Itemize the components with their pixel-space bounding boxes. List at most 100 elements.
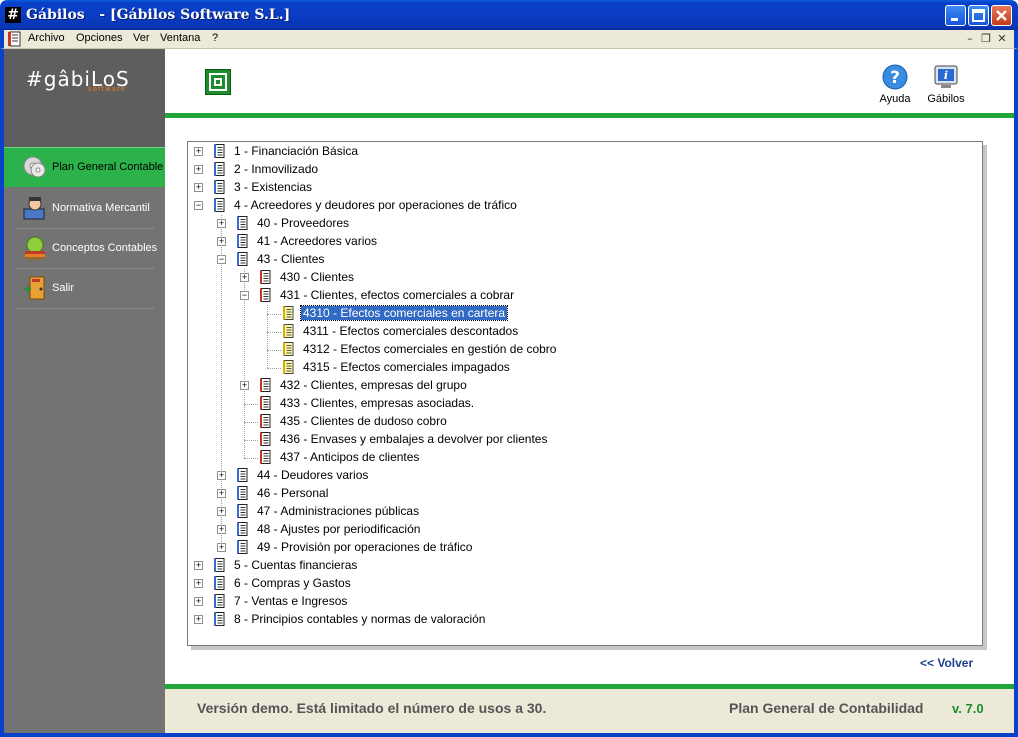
- tree-node[interactable]: +3 - Existencias: [188, 179, 968, 197]
- tree-node-label[interactable]: 3 - Existencias: [232, 180, 314, 194]
- tree-node-label[interactable]: 4 - Acreedores y deudores por operacione…: [232, 198, 519, 212]
- mdi-document-icon[interactable]: [8, 31, 22, 47]
- tree-node[interactable]: +41 - Acreedores varios: [188, 233, 968, 251]
- close-button[interactable]: [991, 5, 1012, 26]
- expand-icon[interactable]: +: [240, 381, 249, 390]
- tree-node[interactable]: +432 - Clientes, empresas del grupo: [188, 377, 968, 395]
- tree-node[interactable]: 4312 - Efectos comerciales en gestión de…: [188, 341, 968, 359]
- tree-node[interactable]: +49 - Provisión por operaciones de tráfi…: [188, 539, 968, 557]
- tree-node[interactable]: 4315 - Efectos comerciales impagados: [188, 359, 968, 377]
- tree-node[interactable]: +7 - Ventas e Ingresos: [188, 593, 968, 611]
- tree-node[interactable]: 435 - Clientes de dudoso cobro: [188, 413, 968, 431]
- tree-node-label[interactable]: 5 - Cuentas financieras: [232, 558, 359, 572]
- tree-node-label[interactable]: 1 - Financiación Básica: [232, 144, 360, 158]
- tree-node-label[interactable]: 48 - Ajustes por periodificación: [255, 522, 422, 536]
- expand-icon[interactable]: +: [217, 489, 226, 498]
- menu-ventana[interactable]: Ventana: [160, 32, 200, 44]
- tree-node-label[interactable]: 436 - Envases y embalajes a devolver por…: [278, 432, 549, 446]
- minimize-button[interactable]: [945, 5, 966, 26]
- tree-node-label[interactable]: 437 - Anticipos de clientes: [278, 450, 421, 464]
- tree-node-label[interactable]: 7 - Ventas e Ingresos: [232, 594, 349, 608]
- tree-node[interactable]: +40 - Proveedores: [188, 215, 968, 233]
- tree-node-label[interactable]: 6 - Compras y Gastos: [232, 576, 353, 590]
- tree-node-label[interactable]: 433 - Clientes, empresas asociadas.: [278, 396, 476, 410]
- tree-node-label[interactable]: 43 - Clientes: [255, 252, 326, 266]
- menu-opciones[interactable]: Opciones: [76, 32, 122, 44]
- tree-node[interactable]: − 431 - Clientes, efectos comerciales a c…: [188, 287, 968, 305]
- tree-node[interactable]: +46 - Personal: [188, 485, 968, 503]
- tree-node[interactable]: +6 - Compras y Gastos: [188, 575, 968, 593]
- tree-node-label[interactable]: 4312 - Efectos comerciales en gestión de…: [301, 342, 558, 356]
- tree-node-label[interactable]: 8 - Principios contables y normas de val…: [232, 612, 487, 626]
- expand-icon[interactable]: +: [194, 579, 203, 588]
- tree-connector: [244, 404, 258, 405]
- mdi-restore-icon[interactable]: ❐: [978, 31, 994, 46]
- expand-icon[interactable]: +: [194, 597, 203, 606]
- document-icon: [283, 360, 294, 374]
- tree-node-label[interactable]: 49 - Provisión por operaciones de tráfic…: [255, 540, 474, 554]
- tree-node[interactable]: +8 - Principios contables y normas de va…: [188, 611, 968, 629]
- tree-node-label[interactable]: 432 - Clientes, empresas del grupo: [278, 378, 469, 392]
- volver-link[interactable]: << Volver: [920, 656, 973, 670]
- mdi-minimize-icon[interactable]: –: [962, 31, 978, 46]
- tree-node[interactable]: +44 - Deudores varios: [188, 467, 968, 485]
- sidebar-item-label: Conceptos Contables: [52, 242, 158, 254]
- title-bar[interactable]: # Gábilos - [Gábilos Software S.L.]: [0, 0, 1018, 30]
- expand-icon[interactable]: +: [194, 615, 203, 624]
- tree-node[interactable]: 436 - Envases y embalajes a devolver por…: [188, 431, 968, 449]
- sidebar-item-salir[interactable]: Salir: [16, 269, 154, 309]
- tree-node[interactable]: − 43 - Clientes: [188, 251, 968, 269]
- tree-node-label[interactable]: 40 - Proveedores: [255, 216, 351, 230]
- expand-icon[interactable]: +: [194, 561, 203, 570]
- window-frame-bottom: [0, 733, 1018, 737]
- tree-node[interactable]: +1 - Financiación Básica: [188, 143, 968, 161]
- expand-icon[interactable]: +: [217, 507, 226, 516]
- tree-node-label[interactable]: 4311 - Efectos comerciales descontados: [301, 324, 520, 338]
- tree-node-label[interactable]: 44 - Deudores varios: [255, 468, 370, 482]
- about-button[interactable]: i Gábilos: [924, 64, 968, 110]
- tree-node-label-selected[interactable]: 4310 - Efectos comerciales en cartera: [299, 305, 509, 321]
- tree-node-label[interactable]: 41 - Acreedores varios: [255, 234, 379, 248]
- mdi-close-icon[interactable]: ✕: [994, 31, 1010, 46]
- toolbar-action-button[interactable]: [205, 69, 231, 95]
- menu-help[interactable]: ?: [212, 32, 218, 44]
- expand-icon[interactable]: +: [217, 471, 226, 480]
- tree-node-label[interactable]: 430 - Clientes: [278, 270, 356, 284]
- sidebar-item-conceptos-contables[interactable]: Conceptos Contables: [16, 229, 158, 269]
- tree-node[interactable]: +2 - Inmovilizado: [188, 161, 968, 179]
- tree-node[interactable]: +430 - Clientes: [188, 269, 968, 287]
- collapse-icon[interactable]: −: [194, 201, 203, 210]
- expand-icon[interactable]: +: [217, 237, 226, 246]
- expand-icon[interactable]: +: [194, 183, 203, 192]
- collapse-icon[interactable]: −: [240, 291, 249, 300]
- tree-node-label[interactable]: 4315 - Efectos comerciales impagados: [301, 360, 512, 374]
- tree-node[interactable]: +47 - Administraciones públicas: [188, 503, 968, 521]
- app-icon[interactable]: #: [5, 7, 21, 23]
- account-tree[interactable]: +1 - Financiación Básica +2 - Inmovilizad…: [187, 141, 983, 646]
- expand-icon[interactable]: +: [217, 543, 226, 552]
- tree-node-label[interactable]: 2 - Inmovilizado: [232, 162, 320, 176]
- expand-icon[interactable]: +: [217, 525, 226, 534]
- tree-node[interactable]: 4310 - Efectos comerciales en cartera: [188, 305, 968, 323]
- sidebar-item-plan-general-contable[interactable]: Plan General Contable: [4, 147, 165, 187]
- sidebar-item-normativa-mercantil[interactable]: Normativa Mercantil: [16, 189, 154, 229]
- tree-node-label[interactable]: 46 - Personal: [255, 486, 330, 500]
- collapse-icon[interactable]: −: [217, 255, 226, 264]
- tree-node[interactable]: +48 - Ajustes por periodificación: [188, 521, 968, 539]
- maximize-button[interactable]: [968, 5, 989, 26]
- tree-node[interactable]: 433 - Clientes, empresas asociadas.: [188, 395, 968, 413]
- expand-icon[interactable]: +: [194, 147, 203, 156]
- tree-node[interactable]: 437 - Anticipos de clientes: [188, 449, 968, 467]
- help-button[interactable]: ? Ayuda: [873, 64, 917, 110]
- tree-node-label[interactable]: 47 - Administraciones públicas: [255, 504, 421, 518]
- tree-node-label[interactable]: 435 - Clientes de dudoso cobro: [278, 414, 449, 428]
- tree-node[interactable]: +5 - Cuentas financieras: [188, 557, 968, 575]
- menu-archivo[interactable]: Archivo: [28, 32, 65, 44]
- expand-icon[interactable]: +: [217, 219, 226, 228]
- expand-icon[interactable]: +: [240, 273, 249, 282]
- tree-node[interactable]: 4311 - Efectos comerciales descontados: [188, 323, 968, 341]
- tree-node-label[interactable]: 431 - Clientes, efectos comerciales a co…: [278, 288, 516, 302]
- menu-ver[interactable]: Ver: [133, 32, 150, 44]
- expand-icon[interactable]: +: [194, 165, 203, 174]
- tree-node[interactable]: − 4 - Acreedores y deudores por operacion…: [188, 197, 968, 215]
